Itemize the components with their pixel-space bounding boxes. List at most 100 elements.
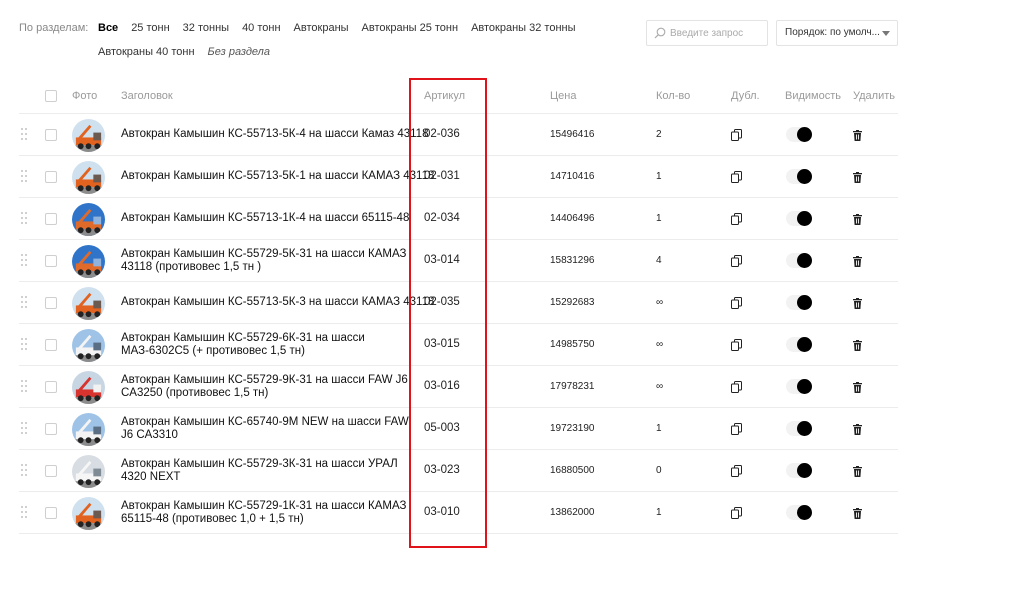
- trash-icon[interactable]: [853, 508, 862, 519]
- table-row[interactable]: Автокран Камышин КС-55713-5К-3 на шасси …: [19, 282, 898, 324]
- product-title[interactable]: Автокран Камышин КС-55729-5К-31 на шасси…: [121, 248, 413, 274]
- row-checkbox[interactable]: [45, 297, 57, 309]
- table-row[interactable]: Автокран Камышин КС-55729-5К-31 на шасси…: [19, 240, 898, 282]
- visibility-toggle[interactable]: [786, 379, 812, 394]
- visibility-toggle[interactable]: [786, 253, 812, 268]
- product-sku[interactable]: 03-023: [424, 464, 460, 476]
- search-box[interactable]: [646, 20, 770, 46]
- product-price[interactable]: 15292683: [550, 297, 595, 308]
- table-row[interactable]: Автокран Камышин КС-55729-6К-31 на шасси…: [19, 324, 898, 366]
- product-title[interactable]: Автокран Камышин КС-55729-6К-31 на шасси…: [121, 332, 413, 358]
- product-thumbnail[interactable]: [72, 245, 105, 278]
- trash-icon[interactable]: [853, 172, 862, 183]
- product-title[interactable]: Автокран Камышин КС-55713-5К-3 на шасси …: [121, 296, 434, 309]
- filter-chip[interactable]: Автокраны 25 тонн: [362, 22, 459, 34]
- column-title[interactable]: Заголовок: [121, 90, 173, 102]
- duplicate-icon[interactable]: [731, 507, 742, 519]
- column-price[interactable]: Цена: [550, 90, 576, 102]
- product-title[interactable]: Автокран Камышин КС-55729-3К-31 на шасси…: [121, 458, 413, 484]
- product-thumbnail[interactable]: [72, 203, 105, 236]
- row-checkbox[interactable]: [45, 381, 57, 393]
- trash-icon[interactable]: [853, 466, 862, 477]
- row-checkbox[interactable]: [45, 465, 57, 477]
- product-price[interactable]: 13862000: [550, 507, 595, 518]
- product-title[interactable]: Автокран Камышин КС-55713-1К-4 на шасси …: [121, 212, 413, 225]
- duplicate-icon[interactable]: [731, 255, 742, 267]
- product-thumbnail[interactable]: [72, 119, 105, 152]
- product-sku[interactable]: 03-015: [424, 338, 460, 350]
- filter-chip[interactable]: 32 тонны: [183, 22, 229, 34]
- row-checkbox[interactable]: [45, 423, 57, 435]
- duplicate-icon[interactable]: [731, 465, 742, 477]
- product-sku[interactable]: 03-010: [424, 506, 460, 518]
- drag-handle-icon[interactable]: [21, 170, 28, 183]
- product-quantity[interactable]: ∞: [656, 381, 663, 392]
- drag-handle-icon[interactable]: [21, 506, 28, 519]
- product-price[interactable]: 14985750: [550, 339, 595, 350]
- table-row[interactable]: Автокран Камышин КС-65740-9М NEW на шасс…: [19, 408, 898, 450]
- table-row[interactable]: Автокран Камышин КС-55713-5К-1 на шасси …: [19, 156, 898, 198]
- drag-handle-icon[interactable]: [21, 128, 28, 141]
- filter-chip[interactable]: 25 тонн: [131, 22, 169, 34]
- duplicate-icon[interactable]: [731, 129, 742, 141]
- duplicate-icon[interactable]: [731, 297, 742, 309]
- filter-chip[interactable]: Автокраны 40 тонн: [98, 46, 195, 58]
- product-sku[interactable]: 05-003: [424, 422, 460, 434]
- product-price[interactable]: 19723190: [550, 423, 595, 434]
- row-checkbox[interactable]: [45, 213, 57, 225]
- table-row[interactable]: Автокран Камышин КС-55713-1К-4 на шасси …: [19, 198, 898, 240]
- product-quantity[interactable]: 1: [656, 423, 662, 434]
- product-price[interactable]: 15831296: [550, 255, 595, 266]
- filter-chip[interactable]: Все: [98, 22, 118, 34]
- row-checkbox[interactable]: [45, 339, 57, 351]
- visibility-toggle[interactable]: [786, 169, 812, 184]
- product-thumbnail[interactable]: [72, 287, 105, 320]
- product-title[interactable]: Автокран Камышин КС-65740-9М NEW на шасс…: [121, 416, 413, 442]
- visibility-toggle[interactable]: [786, 505, 812, 520]
- product-price[interactable]: 15496416: [550, 129, 595, 140]
- product-thumbnail[interactable]: [72, 161, 105, 194]
- row-checkbox[interactable]: [45, 255, 57, 267]
- product-title[interactable]: Автокран Камышин КС-55729-1К-31 на шасси…: [121, 500, 413, 526]
- visibility-toggle[interactable]: [786, 295, 812, 310]
- product-quantity[interactable]: ∞: [656, 339, 663, 350]
- product-quantity[interactable]: 1: [656, 171, 662, 182]
- product-sku[interactable]: 02-035: [424, 296, 460, 308]
- column-qty[interactable]: Кол-во: [656, 90, 690, 102]
- product-price[interactable]: 16880500: [550, 465, 595, 476]
- sort-select[interactable]: Порядок: по умолч...: [776, 20, 898, 46]
- product-price[interactable]: 17978231: [550, 381, 595, 392]
- product-sku[interactable]: 03-016: [424, 380, 460, 392]
- product-price[interactable]: 14406496: [550, 213, 595, 224]
- drag-handle-icon[interactable]: [21, 212, 28, 225]
- product-title[interactable]: Автокран Камышин КС-55713-5К-1 на шасси …: [121, 170, 434, 183]
- drag-handle-icon[interactable]: [21, 296, 28, 309]
- product-quantity[interactable]: 0: [656, 465, 662, 476]
- product-thumbnail[interactable]: [72, 497, 105, 530]
- column-sku[interactable]: Артикул: [424, 90, 465, 102]
- product-quantity[interactable]: 1: [656, 507, 662, 518]
- product-quantity[interactable]: 1: [656, 213, 662, 224]
- visibility-toggle[interactable]: [786, 337, 812, 352]
- drag-handle-icon[interactable]: [21, 338, 28, 351]
- trash-icon[interactable]: [853, 340, 862, 351]
- product-title[interactable]: Автокран Камышин КС-55713-5К-4 на шасси …: [121, 128, 428, 141]
- product-quantity[interactable]: ∞: [656, 297, 663, 308]
- visibility-toggle[interactable]: [786, 421, 812, 436]
- duplicate-icon[interactable]: [731, 213, 742, 225]
- table-row[interactable]: Автокран Камышин КС-55729-9К-31 на шасси…: [19, 366, 898, 408]
- trash-icon[interactable]: [853, 214, 862, 225]
- table-row[interactable]: Автокран Камышин КС-55729-3К-31 на шасси…: [19, 450, 898, 492]
- drag-handle-icon[interactable]: [21, 380, 28, 393]
- product-sku[interactable]: 02-036: [424, 128, 460, 140]
- product-sku[interactable]: 02-034: [424, 212, 460, 224]
- search-input[interactable]: [670, 27, 770, 39]
- select-all-checkbox[interactable]: [45, 90, 57, 102]
- product-thumbnail[interactable]: [72, 371, 105, 404]
- trash-icon[interactable]: [853, 424, 862, 435]
- visibility-toggle[interactable]: [786, 211, 812, 226]
- filter-chip[interactable]: Без раздела: [208, 46, 270, 58]
- trash-icon[interactable]: [853, 130, 862, 141]
- product-sku[interactable]: 03-014: [424, 254, 460, 266]
- row-checkbox[interactable]: [45, 171, 57, 183]
